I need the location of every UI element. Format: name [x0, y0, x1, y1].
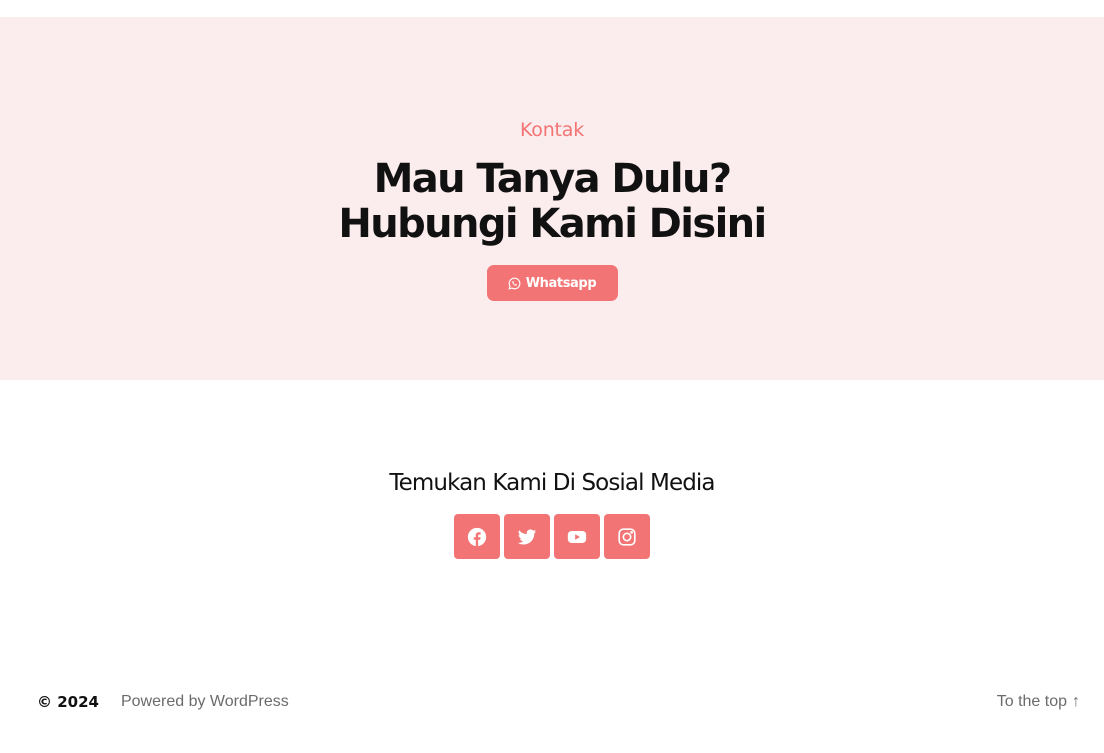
whatsapp-label: Whatsapp: [525, 275, 597, 291]
to-the-top-label: To the top: [996, 693, 1067, 710]
copyright-text: © 2024: [37, 693, 99, 711]
headline-line-1: Mau Tanya Dulu?: [373, 156, 732, 202]
contact-section: Kontak Mau Tanya Dulu? Hubungi Kami Disi…: [0, 17, 1104, 380]
top-strip: [0, 0, 1104, 17]
youtube-link[interactable]: [554, 514, 600, 559]
section-eyebrow: Kontak: [519, 119, 585, 141]
social-section: Temukan Kami Di Sosial Media: [0, 380, 1104, 680]
whatsapp-button[interactable]: Whatsapp: [486, 265, 618, 301]
social-title: Temukan Kami Di Sosial Media: [389, 470, 715, 496]
site-footer: © 2024 Powered by WordPress To the top ↑: [0, 688, 1104, 716]
instagram-link[interactable]: [604, 514, 650, 559]
twitter-icon: [516, 526, 538, 548]
headline-line-2: Hubungi Kami Disini: [338, 201, 767, 247]
arrow-up-icon: ↑: [1072, 693, 1080, 710]
to-the-top-link[interactable]: To the top ↑: [997, 693, 1080, 711]
social-links: [454, 514, 650, 559]
facebook-link[interactable]: [454, 514, 500, 559]
powered-by-link[interactable]: Powered by WordPress: [121, 693, 289, 711]
contact-headline: Mau Tanya Dulu? Hubungi Kami Disini: [338, 156, 767, 247]
facebook-icon: [466, 526, 488, 548]
whatsapp-icon: [508, 277, 521, 290]
youtube-icon: [566, 526, 588, 548]
instagram-icon: [616, 526, 638, 548]
twitter-link[interactable]: [504, 514, 550, 559]
